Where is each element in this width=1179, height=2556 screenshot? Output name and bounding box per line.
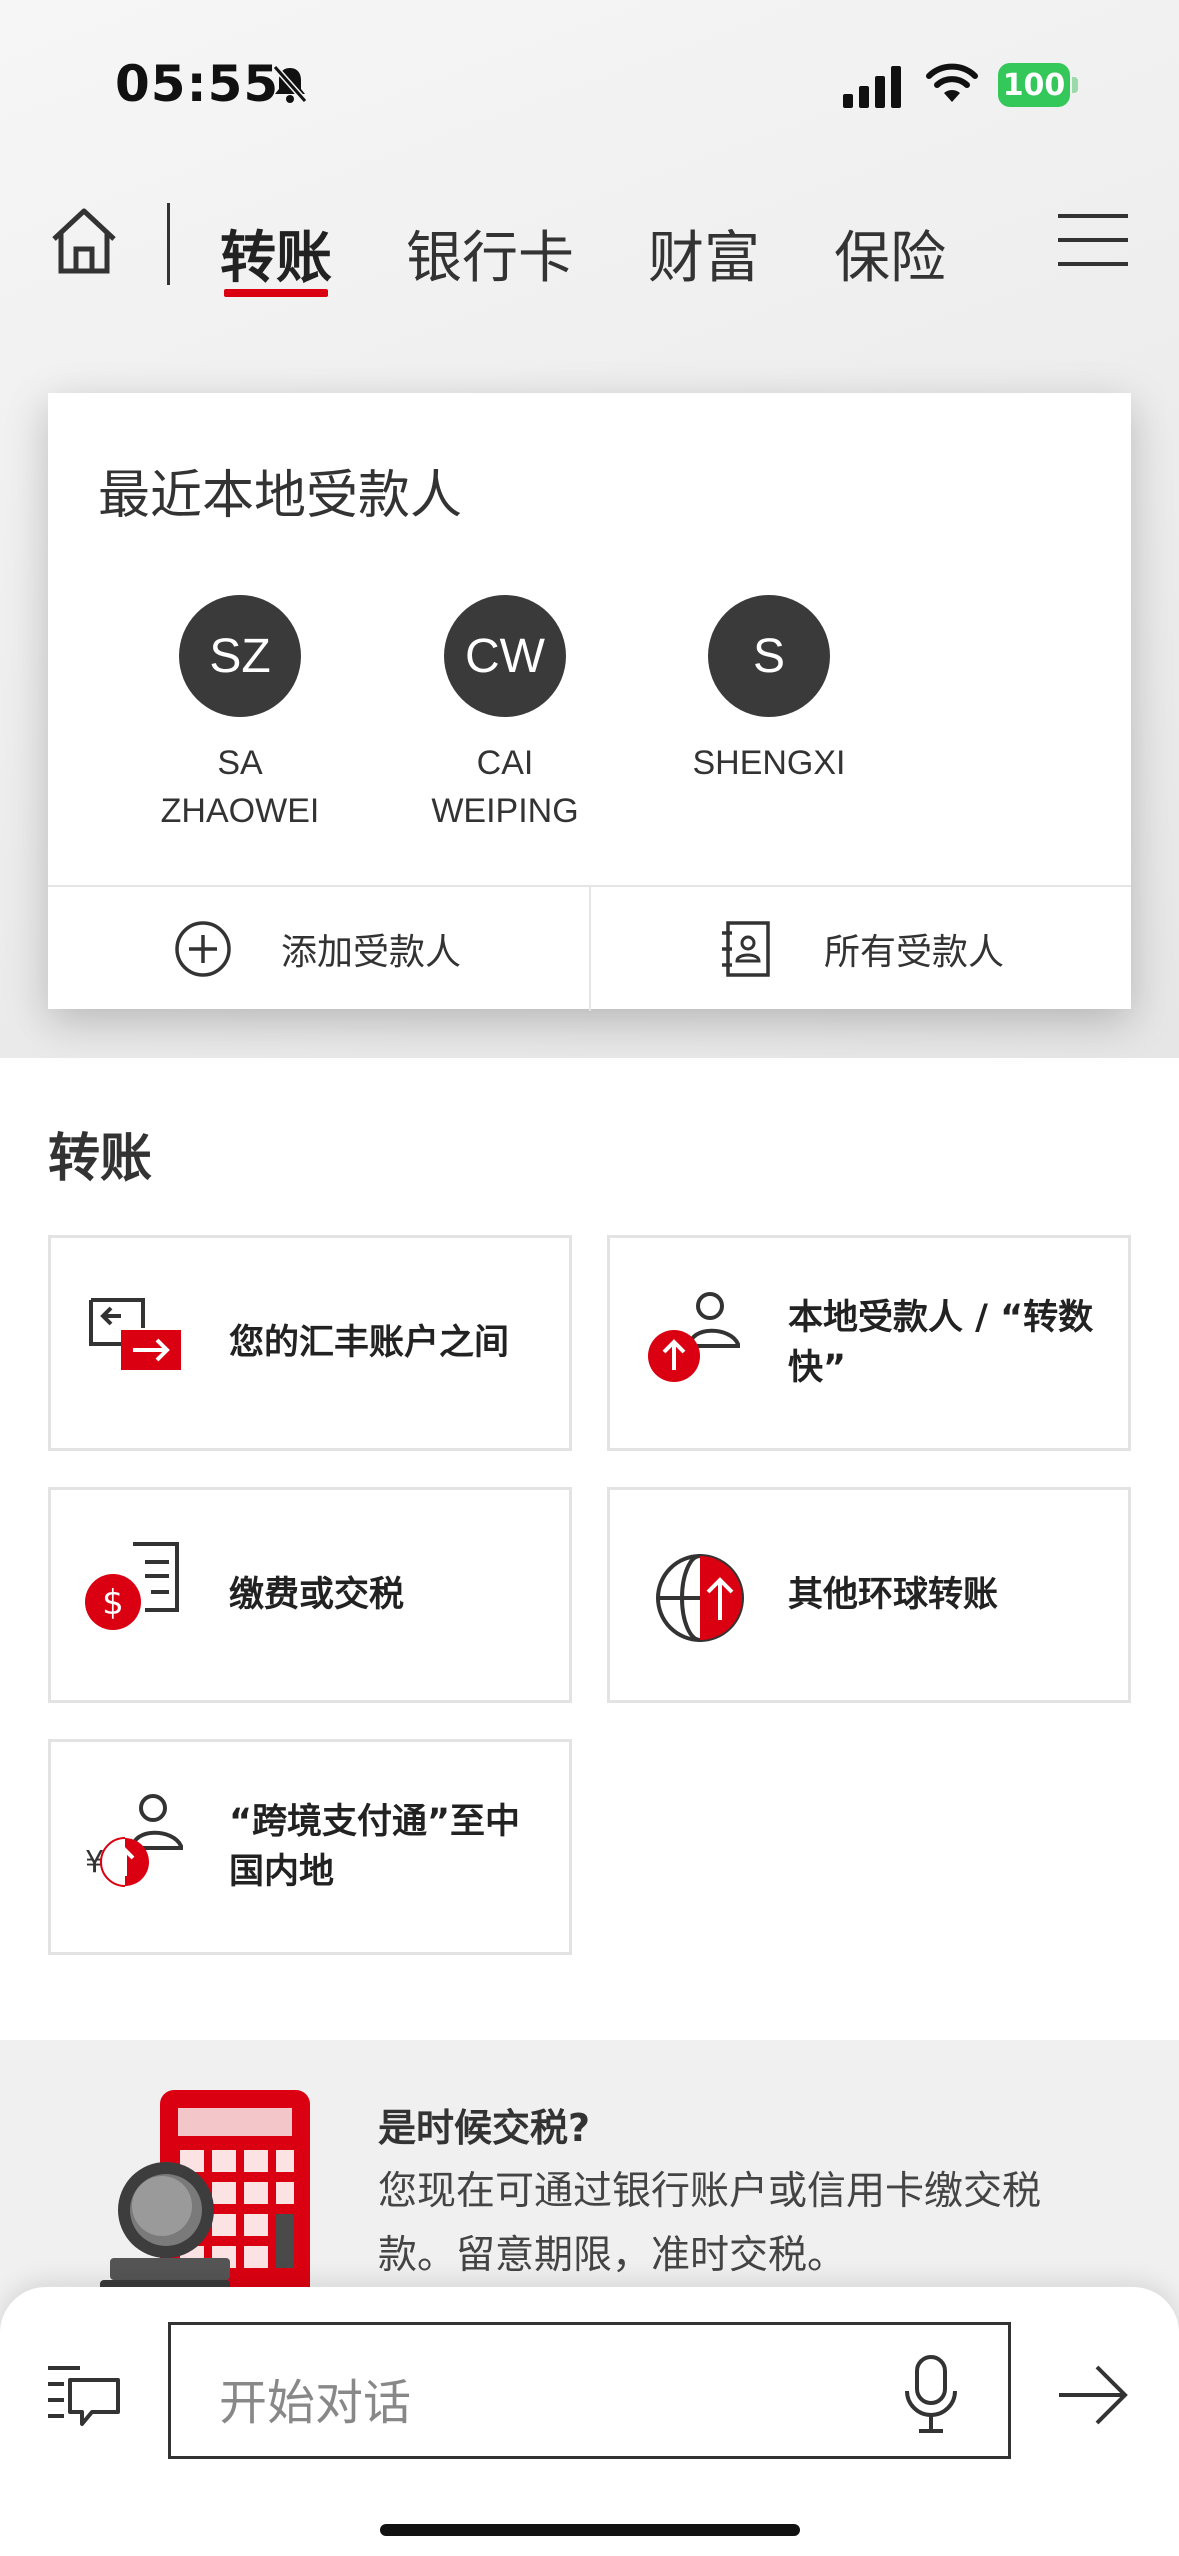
payee-name: SHENGXI — [692, 744, 846, 782]
chat-bar: 开始对话 — [0, 2287, 1179, 2556]
cellular-signal-icon — [843, 66, 901, 108]
add-payee-label: 添加受款人 — [281, 932, 462, 973]
cross-boundary-payment[interactable]: ¥ “跨境支付通”至中国内地 — [48, 1739, 572, 1955]
svg-text:$: $ — [102, 1583, 124, 1623]
pay-bills-or-tax[interactable]: $ 缴费或交税 — [48, 1487, 572, 1703]
bill-payment-icon: $ — [85, 1542, 179, 1630]
add-circle-icon — [175, 921, 231, 977]
payee-item[interactable]: S SHENGXI — [639, 595, 899, 787]
all-payees-button[interactable]: 所有受款人 — [589, 887, 1130, 1011]
top-navigation: 转账 银行卡 财富 保险 — [0, 185, 1179, 315]
avatar: SZ — [179, 595, 301, 717]
account-transfer-icon — [89, 1298, 181, 1370]
status-bar: 05:55 100 — [0, 0, 1179, 160]
chat-list-icon[interactable] — [46, 2362, 122, 2430]
payee-actions: 添加受款人 所有受款人 — [48, 885, 1131, 1011]
payee-item[interactable]: SZ SA ZHAOWEI — [110, 595, 370, 835]
bell-muted-icon — [272, 65, 308, 103]
home-indicator — [380, 2524, 800, 2536]
battery-nub — [1072, 77, 1078, 93]
tab-insurance[interactable]: 保险 — [834, 213, 946, 294]
avatar: S — [708, 595, 830, 717]
chat-placeholder: 开始对话 — [219, 2375, 412, 2431]
active-tab-indicator — [224, 289, 328, 297]
transfer-local-payee-fps[interactable]: 本地受款人 / “转数快” — [607, 1235, 1131, 1451]
avatar: CW — [444, 595, 566, 717]
payee-name: CAI WEIPING — [431, 744, 579, 830]
battery-indicator: 100 — [998, 63, 1078, 107]
cross-boundary-icon: ¥ — [85, 1794, 183, 1887]
recent-payees-card: 最近本地受款人 SZ SA ZHAOWEI CW CAI WEIPING S S… — [48, 393, 1131, 1011]
chat-input[interactable]: 开始对话 — [168, 2322, 1011, 2459]
promo-body: 您现在可通过银行账户或信用卡缴交税款。留意期限，准时交税。 — [378, 2169, 1042, 2278]
home-icon[interactable] — [48, 205, 120, 277]
tab-transfer[interactable]: 转账 — [220, 213, 332, 294]
battery-level: 100 — [998, 63, 1070, 107]
payee-name: SA ZHAOWEI — [160, 744, 320, 830]
contacts-book-icon — [722, 921, 770, 977]
tile-label: 其他环球转账 — [788, 1575, 999, 1615]
hamburger-menu-icon[interactable] — [1056, 210, 1130, 270]
local-payee-icon — [648, 1292, 740, 1382]
tile-label: 您的汇丰账户之间 — [229, 1323, 510, 1363]
nav-divider — [167, 203, 170, 285]
tile-label: 本地受款人 / “转数快” — [788, 1298, 1094, 1388]
microphone-icon[interactable] — [901, 2353, 961, 2435]
promo-title: 是时候交税? — [378, 2106, 591, 2150]
transfer-section-title: 转账 — [48, 1129, 153, 1189]
tile-label: “跨境支付通”至中国内地 — [229, 1802, 521, 1892]
send-arrow-icon[interactable] — [1055, 2357, 1131, 2433]
status-time: 05:55 — [115, 55, 280, 113]
wifi-icon — [926, 63, 978, 102]
transfer-between-accounts[interactable]: 您的汇丰账户之间 — [48, 1235, 572, 1451]
recent-payees-title: 最近本地受款人 — [98, 466, 463, 526]
global-transfer-icon — [656, 1554, 744, 1642]
global-transfer[interactable]: 其他环球转账 — [607, 1487, 1131, 1703]
add-payee-button[interactable]: 添加受款人 — [48, 887, 589, 1011]
tile-label: 缴费或交税 — [229, 1575, 405, 1615]
payee-item[interactable]: CW CAI WEIPING — [375, 595, 635, 835]
tab-cards[interactable]: 银行卡 — [406, 213, 574, 294]
all-payees-label: 所有受款人 — [824, 932, 1005, 973]
tab-wealth[interactable]: 财富 — [648, 213, 760, 294]
